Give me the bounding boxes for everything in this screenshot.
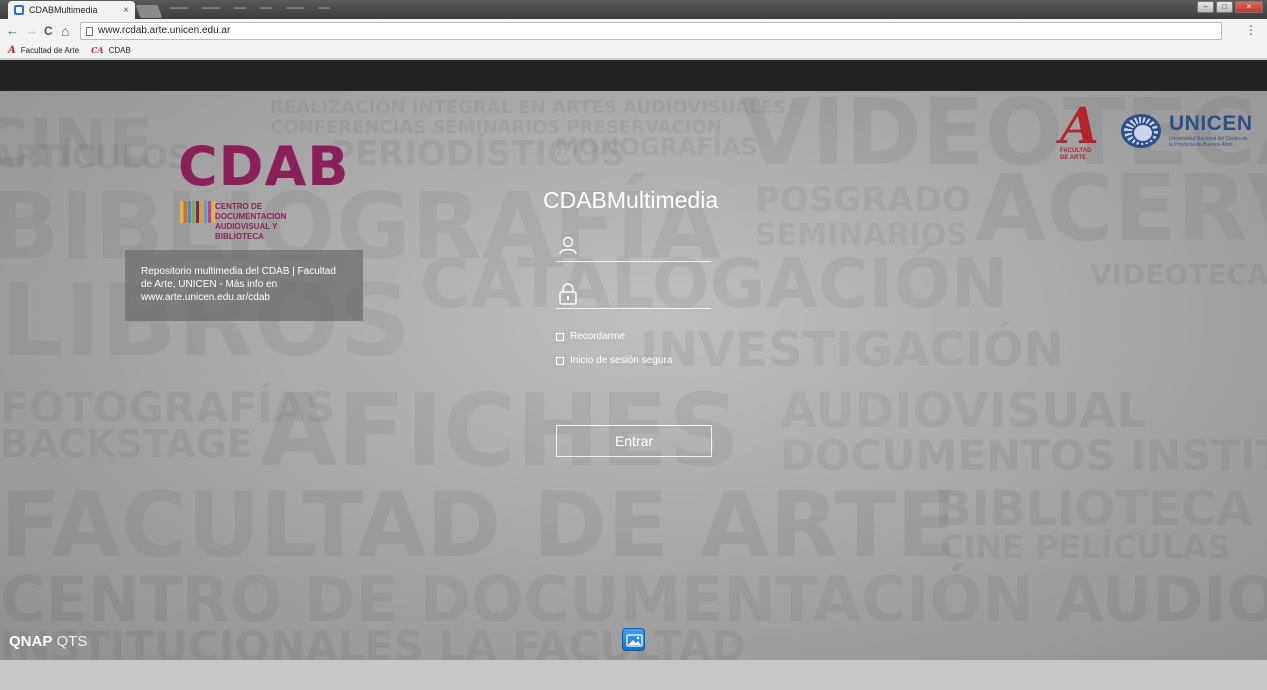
maximize-button[interactable]: □ xyxy=(1216,1,1233,13)
cdab-logo: CDAB CENTRO DE DOCUMENTACION AUDIOVISUAL… xyxy=(178,135,350,242)
close-window-button[interactable]: × xyxy=(1235,1,1263,13)
background-watermark: POSGRADO xyxy=(755,180,971,220)
facultad-favicon-icon: A xyxy=(8,45,16,56)
info-text: Repositorio multimedia del CDAB | Facult… xyxy=(141,266,336,303)
checkbox-box[interactable] xyxy=(556,332,564,341)
bookmarks-bar: A Facultad de Arte CA CDAB xyxy=(0,43,1267,59)
remember-me-label: Recordarme xyxy=(570,331,626,342)
username-field xyxy=(556,232,711,262)
cdab-logo-text: CDAB xyxy=(178,135,350,198)
background-watermark: DOCUMENTOS INSTIT xyxy=(780,431,1267,480)
qnap-favicon-icon xyxy=(14,5,24,15)
browser-tab[interactable]: CDABMultimedia × xyxy=(8,1,135,19)
user-icon xyxy=(559,236,577,255)
qnap-brand: QNAP xyxy=(9,633,53,650)
bookmark-cdab[interactable]: CA CDAB xyxy=(91,45,131,55)
cdab-color-bars-icon xyxy=(180,201,215,223)
remember-me-checkbox[interactable]: Recordarme xyxy=(556,331,625,342)
qts-label: QTS xyxy=(56,633,88,650)
background-watermark: REALIZACIÓN INTEGRAL EN ARTES AUDIOVISUA… xyxy=(270,97,786,118)
username-input[interactable] xyxy=(586,238,706,258)
bookmark-label: Facultad de Arte xyxy=(20,46,80,55)
address-bar[interactable]: www.rcdab.arte.unicen.edu.ar xyxy=(80,22,1222,40)
background-watermark: ACERVO xyxy=(975,155,1267,262)
lock-icon xyxy=(559,283,577,305)
browser-toolbar: ← → C ⌂ www.rcdab.arte.unicen.edu.ar ⋮ xyxy=(0,19,1267,43)
reload-icon[interactable]: C xyxy=(44,23,53,39)
unicen-name: UNICEN xyxy=(1169,112,1253,135)
browser-titlebar: CDABMultimedia × ▬▬▬ ▬▬▬ ▬▬ ▬▬ ▬▬▬ ▬▬ – □ × xyxy=(0,0,1267,19)
cdab-favicon-icon: CA xyxy=(91,45,104,55)
image-icon xyxy=(626,634,643,647)
tab-close-icon[interactable]: × xyxy=(123,5,129,16)
home-icon[interactable]: ⌂ xyxy=(61,23,69,39)
cdab-logo-subtitle: CENTRO DE DOCUMENTACION AUDIOVISUAL Y BI… xyxy=(215,202,287,241)
facultad-logo-mark: A xyxy=(1060,96,1099,155)
new-tab-button[interactable] xyxy=(135,5,163,18)
password-field xyxy=(556,279,711,309)
bookmark-facultad-de-arte[interactable]: A Facultad de Arte xyxy=(8,45,79,56)
background-watermark: BIBLIOTECA xyxy=(935,481,1254,537)
back-arrow-icon[interactable]: ← xyxy=(6,23,19,39)
background-watermark: AUDIOVISUAL xyxy=(780,383,1147,439)
top-dark-bar xyxy=(0,60,1267,91)
password-input[interactable] xyxy=(586,285,706,305)
background-watermark: FACULTAD DE ARTE xyxy=(0,473,958,578)
footer-bar xyxy=(0,660,1267,690)
login-title: CDABMultimedia xyxy=(543,187,719,213)
url-text: www.rcdab.arte.unicen.edu.ar xyxy=(98,25,231,36)
facultad-logo-caption: FACULTAD DE ARTE xyxy=(1060,148,1092,161)
background-watermark: CATALOGACIÓN xyxy=(420,245,1009,324)
background-watermark: INVESTIGACIÓN xyxy=(640,322,1064,378)
background-watermark: CINE PELÍCULAS xyxy=(940,528,1231,566)
background-watermark: MONOGRAFÍAS xyxy=(555,133,758,161)
facultad-de-arte-logo: A FACULTAD DE ARTE xyxy=(1058,96,1100,162)
window-controls: – □ × xyxy=(1197,1,1263,13)
unicen-subtitle: Universidad Nacional del Centro de la Pr… xyxy=(1169,136,1248,148)
background-watermark: ARTÍCULOS xyxy=(0,138,191,176)
page-icon xyxy=(86,27,93,36)
browser-menu-icon[interactable]: ⋮ xyxy=(1245,23,1257,37)
ghost-menu-bar: ▬▬▬ ▬▬▬ ▬▬ ▬▬ ▬▬▬ ▬▬ xyxy=(170,5,330,11)
secure-login-label: Inicio de sesión segura xyxy=(570,355,673,366)
minimize-button[interactable]: – xyxy=(1197,1,1214,13)
secure-login-checkbox[interactable]: Inicio de sesión segura xyxy=(556,355,672,366)
info-box: Repositorio multimedia del CDAB | Facult… xyxy=(125,250,363,321)
photo-station-icon[interactable] xyxy=(622,628,645,651)
tab-title: CDABMultimedia xyxy=(29,5,98,15)
unicen-seal-icon xyxy=(1121,114,1161,148)
background-watermark: BACKSTAGE xyxy=(0,422,253,466)
forward-arrow-icon[interactable]: → xyxy=(25,23,38,39)
background-watermark: VIDEOTECA xyxy=(1090,258,1267,291)
submit-button[interactable]: Entrar xyxy=(556,425,712,457)
checkbox-box[interactable] xyxy=(556,356,564,365)
bookmark-label: CDAB xyxy=(108,45,131,55)
qnap-qts-brand: QNAP QTS xyxy=(9,634,87,650)
